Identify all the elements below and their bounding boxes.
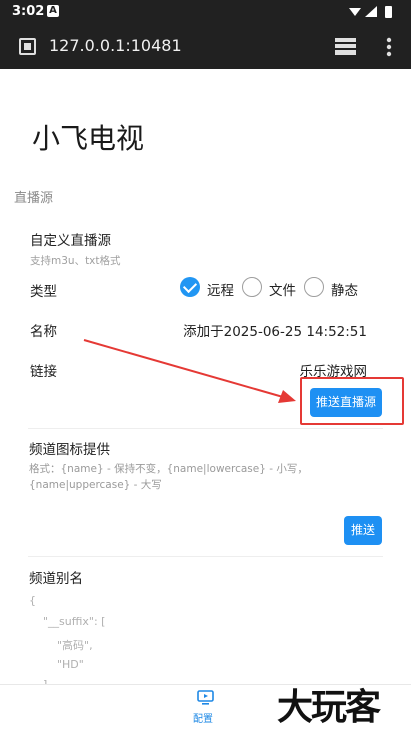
- divider: [28, 556, 383, 557]
- signal-icon: [365, 6, 377, 17]
- more-menu-icon[interactable]: [386, 37, 392, 57]
- name-value[interactable]: 添加于2025-06-25 14:52:51: [183, 320, 367, 340]
- status-time: 3:02: [12, 4, 45, 19]
- channel-icon-hint: 格式：{name} - 保持不变，{name|lowercase} - 小写，{…: [29, 463, 308, 491]
- type-radio-group: 远程 文件 静态: [180, 277, 380, 299]
- watermark: 大玩客: [277, 687, 381, 728]
- custom-source-hint: 支持m3u、txt格式: [30, 255, 121, 267]
- push-source-button[interactable]: 推送直播源: [310, 388, 382, 417]
- status-indicators-icon: [349, 6, 392, 18]
- alias-code-line[interactable]: {: [29, 594, 36, 607]
- link-label: 链接: [30, 364, 57, 380]
- screen: 3:02 A 127.0.0.1:10481 小飞电视 直播源 自定义直播源 支…: [0, 0, 411, 730]
- divider: [28, 428, 383, 429]
- alias-code-line[interactable]: "高码",: [29, 637, 93, 653]
- browser-bar: 127.0.0.1:10481: [0, 24, 411, 69]
- status-bar: 3:02 A: [0, 0, 411, 24]
- radio-checked-icon: [180, 277, 200, 297]
- notification-icon: A: [47, 5, 59, 17]
- channel-alias-label: 频道别名: [29, 571, 83, 587]
- alias-code-line[interactable]: "__suffix": [: [29, 615, 105, 628]
- alias-code-line[interactable]: "HD": [29, 658, 84, 671]
- section-title: 直播源: [14, 191, 54, 206]
- wifi-icon: [349, 8, 361, 16]
- type-label: 类型: [30, 284, 57, 300]
- name-label: 名称: [30, 324, 57, 340]
- url-field[interactable]: 127.0.0.1:10481: [49, 36, 182, 55]
- custom-source-label: 自定义直播源: [30, 233, 111, 249]
- type-option-label: 远程: [207, 283, 234, 299]
- nav-item-config[interactable]: 配置: [180, 685, 230, 730]
- tabs-icon[interactable]: [335, 38, 356, 55]
- type-option-label: 静态: [331, 283, 358, 299]
- type-option-label: 文件: [269, 283, 296, 299]
- radio-unchecked-icon: [304, 277, 324, 297]
- radio-unchecked-icon: [242, 277, 262, 297]
- channel-icon-label: 频道图标提供: [29, 442, 110, 458]
- site-icon: [19, 38, 36, 55]
- monitor-icon: [197, 690, 214, 705]
- battery-icon: [385, 6, 392, 18]
- app-title: 小飞电视: [32, 122, 145, 155]
- nav-label-config: 配置: [193, 714, 213, 725]
- push-button[interactable]: 推送: [344, 516, 382, 545]
